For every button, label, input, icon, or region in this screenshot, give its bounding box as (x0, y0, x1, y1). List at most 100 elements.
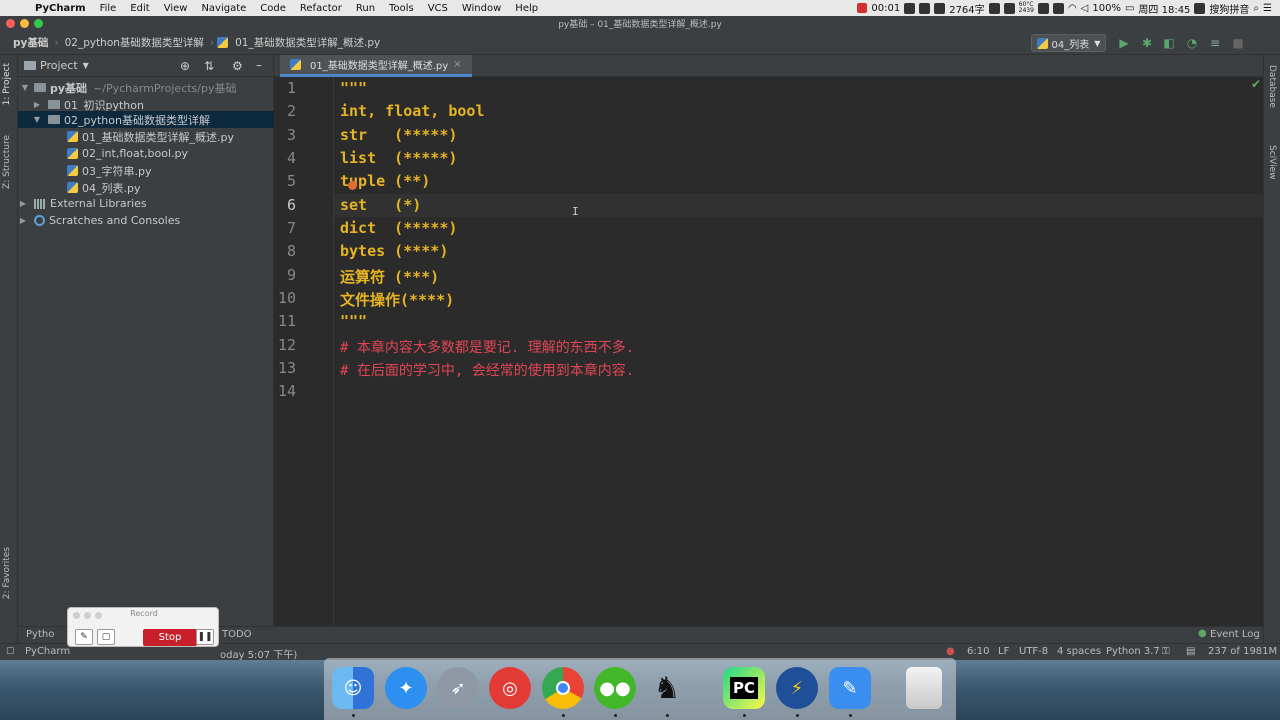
concurrency-icon[interactable]: ≡ (1208, 36, 1222, 50)
menu-refactor[interactable]: Refactor (293, 3, 349, 14)
tree-external-libraries[interactable]: ▶ External Libraries (18, 195, 274, 212)
clock[interactable]: 周四 18:45 (1138, 1, 1190, 16)
menu-tools[interactable]: Tools (382, 3, 421, 14)
gear-icon[interactable]: ⚙ (232, 59, 243, 73)
menu-navigate[interactable]: Navigate (194, 3, 253, 14)
menu-view[interactable]: View (157, 3, 195, 14)
chevron-down-icon[interactable]: ▼ (83, 61, 89, 70)
file-encoding[interactable]: UTF-8 (1019, 646, 1048, 657)
collapse-all-icon[interactable]: ⇅ (204, 59, 214, 73)
close-tab-icon[interactable]: × (453, 59, 461, 70)
run-configuration-select[interactable]: 04_列表 ▼ (1031, 34, 1106, 52)
bluetooth-icon[interactable] (1052, 2, 1064, 14)
search-icon[interactable]: ⌕ (1253, 3, 1259, 14)
safari-icon[interactable]: ✦ (385, 667, 427, 709)
expanded-arrow-icon[interactable]: ▼ (20, 83, 30, 92)
recording-icon[interactable] (857, 3, 868, 13)
menu-run[interactable]: Run (349, 3, 382, 14)
memory-indicator[interactable]: 237 of 1981M (1208, 646, 1277, 657)
cpu-monitor[interactable]: 60°C 2439 (1019, 2, 1034, 14)
tree-scratches[interactable]: ▶ Scratches and Consoles (18, 212, 274, 229)
zoom-window-button[interactable] (34, 19, 43, 28)
wechat-status-icon[interactable] (934, 2, 946, 14)
tree-file-03[interactable]: 03_字符串.py (18, 162, 274, 179)
collapsed-arrow-icon[interactable]: ▶ (32, 100, 42, 109)
breadcrumb-folder[interactable]: 02_python基础数据类型详解 (62, 35, 207, 50)
running-indicator (614, 714, 617, 717)
music-icon[interactable] (919, 2, 931, 14)
collapsed-arrow-icon[interactable]: ▶ (18, 216, 28, 225)
interpreter[interactable]: Python 3.7 (1106, 646, 1160, 657)
thunder-icon[interactable]: ⚡ (776, 667, 818, 709)
dropbox-icon[interactable] (1037, 2, 1049, 14)
project-tool-tab[interactable]: 1: Project (2, 63, 12, 105)
breadcrumb-project[interactable]: py基础 (10, 35, 51, 50)
menu-app[interactable]: PyCharm (28, 3, 93, 14)
wifi-icon[interactable]: ◠ (1068, 3, 1077, 14)
tree-file-04[interactable]: 04_列表.py (18, 179, 274, 196)
python-file-icon (217, 37, 229, 48)
menu-help[interactable]: Help (508, 3, 545, 14)
notification-center-icon[interactable]: ☰ (1263, 3, 1272, 14)
tree-file-02[interactable]: 02_int,float,bool.py (18, 145, 274, 162)
tree-file-01[interactable]: 01_基础数据类型详解_概述.py (18, 128, 274, 145)
expanded-arrow-icon[interactable]: ▼ (32, 115, 42, 124)
input-method[interactable]: 搜狗拼音 (1209, 1, 1249, 16)
caret-position[interactable]: 6:10 (967, 646, 989, 657)
inspection-ok-icon[interactable]: ✔ (1251, 77, 1261, 91)
volume-icon[interactable]: ◁ (1081, 3, 1089, 14)
menu-vcs[interactable]: VCS (421, 3, 455, 14)
lock-icon[interactable]: ⚿ (1162, 646, 1170, 657)
coverage-icon[interactable]: ◧ (1162, 36, 1176, 50)
project-view-label[interactable]: Project (40, 59, 78, 72)
battery-icon[interactable]: ▭ (1125, 3, 1134, 14)
record-status-icon[interactable]: ● (946, 646, 955, 657)
structure-tool-tab[interactable]: Z: Structure (2, 135, 12, 189)
launchpad-icon[interactable]: ➶ (437, 667, 479, 709)
indent-setting[interactable]: 4 spaces (1057, 646, 1101, 657)
trash-icon[interactable] (906, 667, 942, 709)
code-editor[interactable]: 1 2 3 4 5 6 7 8 9 10 11 12 13 14 """ int… (274, 77, 1263, 626)
cloud-icon[interactable] (1003, 2, 1015, 14)
wechat-icon[interactable]: ●● (594, 667, 636, 709)
profile-icon[interactable]: ◔ (1185, 36, 1199, 50)
close-window-button[interactable] (6, 19, 15, 28)
qq-icon[interactable]: ♞ (646, 667, 688, 709)
todo-tab[interactable]: TODO (222, 629, 252, 640)
menu-window[interactable]: Window (455, 3, 508, 14)
toggle-tool-windows-icon[interactable]: ▢ (6, 646, 15, 656)
pause-icon[interactable]: ❚❚ (196, 629, 214, 645)
notes-app-icon[interactable]: ✎ (829, 667, 871, 709)
line-separator[interactable]: LF (998, 646, 1009, 657)
pycharm-icon[interactable]: PC (723, 667, 765, 709)
minimize-window-button[interactable] (20, 19, 29, 28)
app-status-icon[interactable] (904, 2, 916, 14)
note-icon[interactable] (988, 2, 1000, 14)
tree-root[interactable]: ▼ py基础 ~/PycharmProjects/py基础 (18, 79, 274, 96)
database-tool-tab[interactable]: Database (1267, 65, 1277, 108)
menu-code[interactable]: Code (253, 3, 293, 14)
pen-icon[interactable]: ✎ (75, 629, 93, 645)
netease-music-icon[interactable]: ◎ (489, 667, 531, 709)
run-icon[interactable]: ▶ (1117, 36, 1131, 50)
breadcrumb-file[interactable]: 01_基础数据类型详解_概述.py (232, 35, 383, 50)
collapsed-arrow-icon[interactable]: ▶ (18, 199, 28, 208)
menu-file[interactable]: File (93, 3, 124, 14)
debug-icon[interactable]: ✱ (1140, 36, 1154, 50)
scratches-icon (34, 215, 45, 226)
chrome-icon[interactable] (542, 667, 584, 709)
hide-panel-icon[interactable]: – (256, 58, 262, 72)
finder-icon[interactable]: ☺ (332, 667, 374, 709)
stop-button[interactable]: Stop (143, 629, 197, 646)
event-log-tab[interactable]: Event Log (1210, 629, 1260, 640)
locate-icon[interactable]: ⊕ (180, 59, 190, 73)
stop-icon[interactable]: ■ (1231, 36, 1245, 50)
editor-tab-active[interactable]: 01_基础数据类型详解_概述.py × (280, 55, 472, 77)
sciview-tool-tab[interactable]: SciView (1267, 145, 1277, 180)
favorites-tool-tab[interactable]: 2: Favorites (2, 547, 12, 599)
sogou-icon[interactable] (1194, 2, 1206, 14)
menu-edit[interactable]: Edit (123, 3, 156, 14)
python-console-tab[interactable]: Pytho (26, 629, 54, 640)
tree-folder-02[interactable]: ▼ 02_python基础数据类型详解 (18, 111, 274, 128)
screen-area-icon[interactable]: ▢ (97, 629, 115, 645)
